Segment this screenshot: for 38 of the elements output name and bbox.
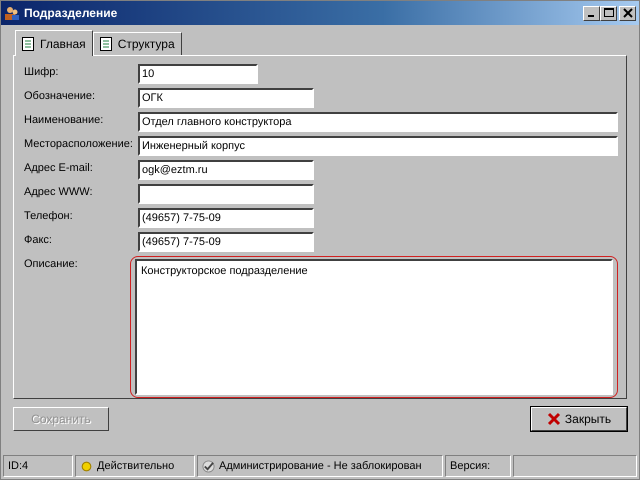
status-text: ID:4: [8, 460, 28, 472]
cross-icon: [546, 412, 561, 426]
close-dialog-button[interactable]: Закрыть: [531, 407, 627, 431]
maximize-icon: [604, 8, 614, 18]
status-text: Действительно: [97, 460, 174, 472]
input-field[interactable]: Инженерный корпус: [138, 136, 618, 156]
status-text: Администрирование - Не заблокирован: [219, 460, 422, 472]
input-field[interactable]: ОГК: [138, 88, 314, 108]
sun-icon: [80, 460, 93, 472]
input-field[interactable]: (49657) 7-75-09: [138, 208, 314, 228]
input-field[interactable]: [138, 184, 314, 204]
maximize-button[interactable]: [600, 6, 617, 20]
status-text: Версия:: [450, 460, 490, 472]
field-label: Телефон:: [24, 209, 74, 222]
field-label: Адрес WWW:: [24, 185, 94, 198]
close-button[interactable]: [619, 6, 636, 20]
field-label: Адрес E-mail:: [24, 161, 94, 174]
field-label: Описание:: [24, 257, 79, 270]
input-field[interactable]: 10: [138, 64, 258, 84]
people-icon: [4, 5, 20, 21]
document-icon: [22, 36, 34, 50]
tab[interactable]: Главная: [15, 30, 93, 56]
description-field[interactable]: Конструкторское подразделение: [135, 259, 613, 395]
input-field[interactable]: Отдел главного конструктора: [138, 112, 618, 132]
field-label: Факс:: [24, 233, 53, 246]
document-icon: [100, 37, 112, 51]
field-label: Наименование:: [24, 113, 104, 126]
minimize-icon: [588, 15, 594, 17]
minimize-button[interactable]: [583, 6, 600, 20]
window-title: Подразделение: [24, 6, 118, 20]
field-label: Месторасположение:: [24, 137, 134, 150]
input-field[interactable]: (49657) 7-75-09: [138, 232, 314, 252]
field-label: Шифр:: [24, 65, 60, 78]
checkmark-icon: [202, 460, 215, 472]
field-label: Обозначение:: [24, 89, 96, 102]
tab[interactable]: Структура: [92, 32, 182, 55]
input-field[interactable]: ogk@eztm.ru: [138, 160, 314, 180]
close-icon: [622, 8, 632, 18]
